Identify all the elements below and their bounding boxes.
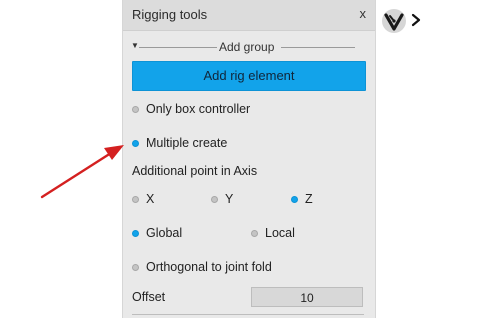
global-radio[interactable]: Global: [132, 226, 182, 240]
radio-unselected-icon: [132, 263, 139, 271]
rigging-tools-panel: Rigging tools x ▼ Add group Add rig elem…: [122, 0, 376, 318]
local-radio[interactable]: Local: [251, 226, 295, 240]
radio-label: X: [146, 192, 155, 206]
radio-label: Orthogonal to joint fold: [146, 260, 272, 274]
radio-label: Only box controller: [146, 102, 251, 116]
radio-label: Z: [305, 192, 313, 206]
radio-unselected-icon: [132, 195, 139, 203]
axis-heading: Additional point in Axis: [132, 164, 258, 178]
add-rig-element-button[interactable]: Add rig element: [132, 61, 366, 91]
radio-label: Global: [146, 226, 183, 240]
radio-label: Local: [265, 226, 295, 240]
radio-label: Multiple create: [146, 136, 228, 150]
rig-tool-icon[interactable]: [381, 8, 407, 34]
axis-x-radio[interactable]: X: [132, 192, 154, 206]
radio-unselected-icon: [211, 195, 218, 203]
offset-label: Offset: [132, 290, 166, 304]
group-label: Add group: [217, 40, 277, 54]
offset-field[interactable]: 10: [251, 287, 363, 307]
axis-z-radio[interactable]: Z: [291, 192, 313, 206]
collapse-triangle-icon[interactable]: ▼: [131, 41, 139, 50]
group-divider-left: [139, 47, 217, 48]
radio-selected-icon: [132, 139, 139, 147]
axis-y-radio[interactable]: Y: [211, 192, 233, 206]
panel-title: Rigging tools: [132, 7, 208, 22]
only-box-controller-radio[interactable]: Only box controller: [132, 102, 250, 116]
chevron-right-icon[interactable]: [411, 13, 421, 27]
panel-titlebar: Rigging tools x: [123, 0, 375, 31]
radio-selected-icon: [132, 229, 139, 237]
add-group-header[interactable]: ▼ Add group: [131, 40, 367, 56]
close-button[interactable]: x: [360, 6, 367, 21]
radio-label: Y: [225, 192, 234, 206]
radio-unselected-icon: [251, 229, 258, 237]
radio-unselected-icon: [132, 105, 139, 113]
group-divider-right: [281, 47, 355, 48]
orthogonal-radio[interactable]: Orthogonal to joint fold: [132, 260, 272, 274]
radio-selected-icon: [291, 195, 298, 203]
multiple-create-radio[interactable]: Multiple create: [132, 136, 227, 150]
panel-bottom-divider: [132, 314, 364, 315]
